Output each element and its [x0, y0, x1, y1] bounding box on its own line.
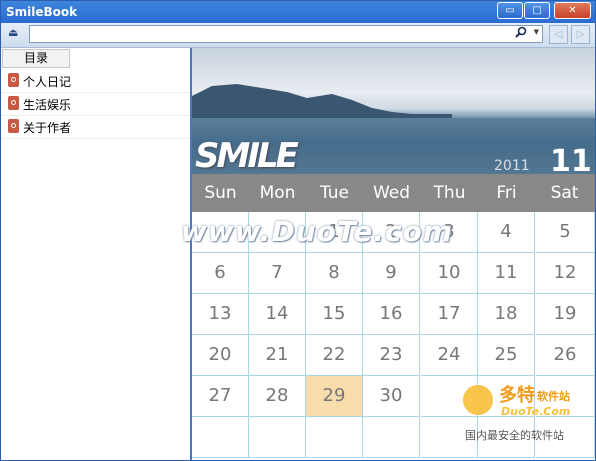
toolbar: ⏏ ▼ ◁ ▷ [1, 23, 595, 48]
weekday-label: Mon [259, 183, 296, 203]
day-cell[interactable]: 10 [421, 253, 478, 294]
day-cell[interactable]: 16 [363, 294, 420, 335]
minimize-button[interactable]: ▭ [497, 2, 523, 19]
sidebar: 目录 个人日记 生活娱乐 关于作者 [1, 48, 192, 460]
day-cell[interactable]: 21 [249, 335, 306, 376]
day-cell[interactable]: 15 [306, 294, 363, 335]
day-cell[interactable]: 30 [363, 376, 420, 417]
maximize-button[interactable]: □ [524, 2, 550, 19]
day-cell[interactable]: 24 [421, 335, 478, 376]
sidebar-item-label: 个人日记 [23, 75, 72, 89]
weekday-header: Sun Mon Tue Wed Thu Fri Sat [192, 174, 595, 212]
day-cell[interactable]: 28 [249, 376, 306, 417]
watermark-brand-en: DuoTe.Com [501, 405, 571, 418]
watermark-text: www.DuoTe.com [181, 215, 453, 248]
day-cell[interactable] [363, 417, 420, 458]
watermark-brand-sub: 软件站 [537, 390, 570, 403]
weekday-label: Sun [204, 183, 237, 203]
day-cell[interactable]: 19 [536, 294, 595, 335]
day-cell[interactable]: 13 [192, 294, 249, 335]
eject-icon[interactable]: ⏏ [8, 26, 22, 42]
day-cell[interactable]: 22 [306, 335, 363, 376]
day-cell[interactable]: 7 [249, 253, 306, 294]
chevron-down-icon[interactable]: ▼ [534, 28, 539, 36]
day-cell[interactable]: 6 [192, 253, 249, 294]
watermark-logo: 多特 软件站 DuoTe.Com 国内最安全的软件站 [463, 381, 593, 451]
title-bar[interactable]: SmileBook ▭ □ ✕ [1, 1, 595, 23]
tab-contents[interactable]: 目录 [2, 49, 70, 68]
weekday-label: Thu [433, 183, 466, 203]
day-cell[interactable]: 4 [478, 212, 535, 253]
banner-year: 2011 [494, 158, 530, 174]
watermark-slogan: 国内最安全的软件站 [465, 429, 564, 442]
weekday-label: Fri [496, 183, 517, 203]
day-cell[interactable] [192, 417, 249, 458]
day-cell[interactable]: 8 [306, 253, 363, 294]
day-cell[interactable]: 23 [363, 335, 420, 376]
app-window: SmileBook ▭ □ ✕ ⏏ ▼ ◁ ▷ 目录 个人日记 生活娱乐 关于作… [0, 0, 596, 461]
day-cell[interactable]: 5 [536, 212, 595, 253]
sidebar-item-life[interactable]: 生活娱乐 [1, 93, 190, 116]
banner-month: 11 [550, 144, 592, 174]
book-icon [8, 119, 19, 133]
day-cell[interactable]: 11 [478, 253, 535, 294]
back-button[interactable]: ◁ [549, 25, 568, 44]
sidebar-item-label: 关于作者 [23, 121, 72, 135]
weekday-label: Tue [319, 183, 350, 203]
day-cell[interactable]: 12 [536, 253, 595, 294]
banner-image: SMILE 2011 11 [192, 48, 595, 174]
weekday-label: Sat [550, 183, 579, 203]
sidebar-item-diary[interactable]: 个人日记 [1, 70, 190, 93]
day-cell[interactable]: 27 [192, 376, 249, 417]
mascot-icon [463, 385, 493, 415]
day-cell[interactable]: 14 [249, 294, 306, 335]
close-button[interactable]: ✕ [554, 2, 591, 19]
tree-list: 个人日记 生活娱乐 关于作者 [1, 70, 190, 139]
day-cell[interactable] [249, 417, 306, 458]
search-icon[interactable] [515, 26, 527, 41]
day-cell[interactable]: 20 [192, 335, 249, 376]
day-cell[interactable] [306, 417, 363, 458]
window-title: SmileBook [6, 5, 78, 19]
sidebar-item-author[interactable]: 关于作者 [1, 116, 190, 139]
book-icon [8, 73, 19, 87]
day-cell[interactable]: 9 [363, 253, 420, 294]
day-cell[interactable]: 29 [306, 376, 363, 417]
address-input[interactable]: ▼ [29, 25, 543, 43]
book-icon [8, 96, 19, 110]
watermark-brand: 多特 [499, 385, 535, 406]
weekday-label: Wed [372, 183, 411, 203]
day-cell[interactable]: 25 [478, 335, 535, 376]
sidebar-item-label: 生活娱乐 [23, 98, 72, 112]
day-cell[interactable]: 18 [478, 294, 535, 335]
banner-logo: SMILE [195, 136, 299, 174]
forward-button[interactable]: ▷ [571, 25, 590, 44]
day-cell[interactable]: 17 [421, 294, 478, 335]
day-cell[interactable]: 26 [536, 335, 595, 376]
